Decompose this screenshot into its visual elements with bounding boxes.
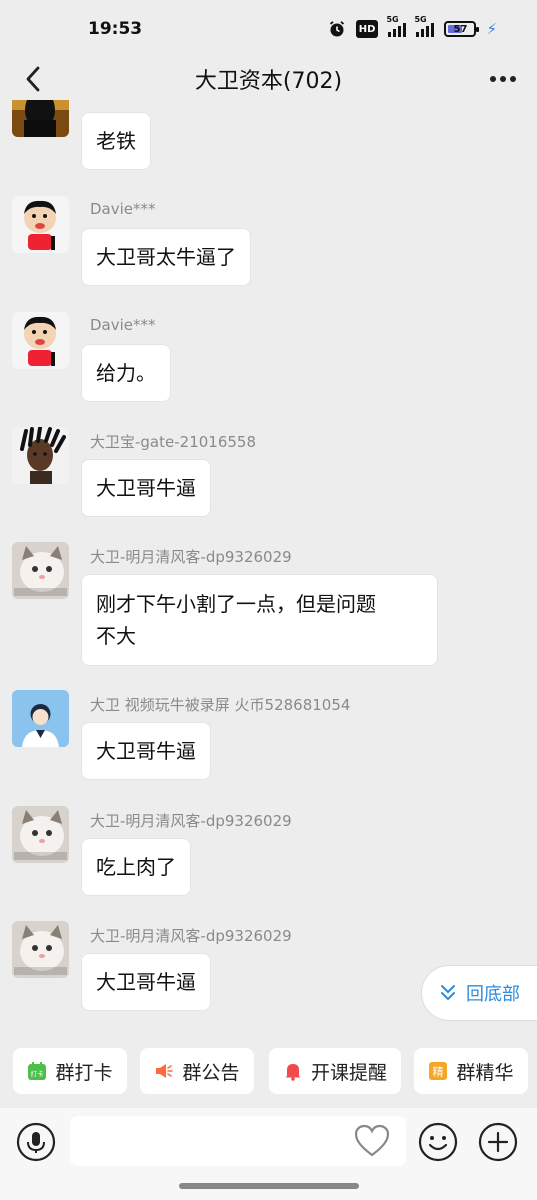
sender-name: Davie*** bbox=[90, 316, 156, 334]
sender-name: 大卫宝-gate-21016558 bbox=[90, 433, 256, 451]
back-button[interactable] bbox=[18, 63, 48, 95]
emoji-button[interactable] bbox=[418, 1122, 458, 1162]
battery-icon: 57 bbox=[444, 21, 480, 37]
essence-badge-icon: 精 bbox=[428, 1061, 448, 1081]
cat-avatar[interactable] bbox=[12, 921, 69, 978]
more-button[interactable] bbox=[485, 67, 521, 91]
message-text: 大卫哥太牛逼了 bbox=[96, 245, 236, 269]
double-chevron-down-icon bbox=[441, 985, 455, 1000]
bell-icon bbox=[283, 1061, 303, 1081]
class-reminder-label: 开课提醒 bbox=[310, 1061, 387, 1084]
alarm-icon bbox=[328, 20, 346, 38]
voice-icon bbox=[16, 1122, 56, 1162]
cartoon-boy-avatar[interactable] bbox=[12, 196, 69, 253]
message-item: 大卫-明月清风客-dp9326029 吃上肉了 bbox=[0, 806, 537, 906]
hd-icon: HD bbox=[355, 20, 379, 38]
dark-person-avatar[interactable] bbox=[12, 100, 69, 137]
class-reminder-button[interactable]: 开课提醒 bbox=[269, 1048, 401, 1094]
message-bubble[interactable]: 刚才下午小割了一点，但是问题 不大 bbox=[81, 574, 438, 666]
cat-avatar[interactable] bbox=[12, 542, 69, 599]
message-item: Davie*** 大卫哥太牛逼了 bbox=[0, 196, 537, 296]
message-item: 大卫宝-gate-21016558 大卫哥牛逼 bbox=[0, 427, 537, 527]
cat-avatar[interactable] bbox=[12, 806, 69, 863]
message-item: 大卫 视频玩牛被录屏 火币528681054 大卫哥牛逼 bbox=[0, 690, 537, 790]
quick-actions-bar: 打卡 群打卡 群公告 开课提醒 精 群精华 bbox=[0, 1048, 537, 1096]
message-item: 大卫-明月清风客-dp9326029 刚才下午小割了一点，但是问题 不大 bbox=[0, 542, 537, 672]
message-text-line: 刚才下午小割了一点，但是问题 bbox=[96, 592, 376, 616]
message-item: 老铁 bbox=[0, 100, 537, 180]
home-indicator[interactable] bbox=[179, 1183, 359, 1189]
add-button[interactable] bbox=[478, 1122, 518, 1162]
message-text-line: 不大 bbox=[96, 624, 136, 648]
add-icon bbox=[478, 1122, 518, 1162]
heart-icon[interactable] bbox=[354, 1124, 390, 1158]
message-text: 吃上肉了 bbox=[96, 855, 176, 879]
voice-button[interactable] bbox=[16, 1122, 56, 1162]
chat-message-list[interactable]: 老铁 Davie*** 大卫哥太牛逼了 Davie*** 给力。 大卫宝-gat… bbox=[0, 100, 537, 1040]
message-text: 给力。 bbox=[96, 361, 156, 385]
essence-icon-text: 精 bbox=[433, 1066, 444, 1079]
battery-level: 57 bbox=[453, 23, 468, 35]
essence-label: 群精华 bbox=[456, 1061, 514, 1084]
message-text: 大卫哥牛逼 bbox=[96, 476, 196, 500]
dreadlocks-person-avatar[interactable] bbox=[12, 427, 69, 484]
chevron-left-icon bbox=[26, 66, 40, 92]
checkin-label: 群打卡 bbox=[55, 1061, 113, 1084]
signal-icon: 5G bbox=[386, 15, 407, 37]
charging-bolt-icon: ⚡ bbox=[486, 20, 497, 38]
status-bar: 19:53 HD 5G 5G 57 ⚡ bbox=[0, 0, 537, 58]
message-bubble[interactable]: 给力。 bbox=[81, 344, 171, 402]
scroll-to-bottom-button[interactable]: 回底部 bbox=[421, 965, 537, 1021]
emoji-icon bbox=[418, 1122, 458, 1162]
status-icons: HD 5G 5G 57 ⚡ bbox=[328, 15, 497, 38]
sender-name: 大卫 视频玩牛被录屏 火币528681054 bbox=[90, 696, 351, 714]
sender-name: 大卫-明月清风客-dp9326029 bbox=[90, 927, 292, 945]
sender-name: 大卫-明月清风客-dp9326029 bbox=[90, 812, 292, 830]
message-text: 大卫哥牛逼 bbox=[96, 970, 196, 994]
message-bubble[interactable]: 吃上肉了 bbox=[81, 838, 191, 896]
network-type-label: 5G bbox=[386, 15, 399, 24]
message-item: Davie*** 给力。 bbox=[0, 312, 537, 412]
announcement-label: 群公告 bbox=[182, 1061, 240, 1084]
message-text: 老铁 bbox=[96, 129, 136, 153]
nav-bar: 大卫资本(702) bbox=[0, 58, 537, 100]
checkin-button[interactable]: 打卡 群打卡 bbox=[13, 1048, 127, 1094]
message-bubble[interactable]: 大卫哥太牛逼了 bbox=[81, 228, 251, 286]
megaphone-icon bbox=[154, 1061, 174, 1081]
calendar-checkin-icon: 打卡 bbox=[27, 1061, 47, 1081]
sender-name: 大卫-明月清风客-dp9326029 bbox=[90, 548, 292, 566]
essence-button[interactable]: 精 群精华 bbox=[414, 1048, 528, 1094]
scroll-to-bottom-label: 回底部 bbox=[466, 984, 520, 1005]
message-bubble[interactable]: 老铁 bbox=[81, 112, 151, 170]
signal-icon: 5G bbox=[414, 15, 435, 37]
message-bubble[interactable]: 大卫哥牛逼 bbox=[81, 953, 211, 1011]
checkin-icon-text: 打卡 bbox=[31, 1069, 45, 1078]
more-dots-icon bbox=[490, 76, 496, 82]
default-user-avatar[interactable] bbox=[12, 690, 69, 747]
message-bubble[interactable]: 大卫哥牛逼 bbox=[81, 722, 211, 780]
status-time: 19:53 bbox=[88, 19, 143, 39]
message-bubble[interactable]: 大卫哥牛逼 bbox=[81, 459, 211, 517]
cartoon-boy-avatar[interactable] bbox=[12, 312, 69, 369]
network-type-label: 5G bbox=[414, 15, 427, 24]
page-title: 大卫资本(702) bbox=[194, 69, 343, 94]
announcement-button[interactable]: 群公告 bbox=[140, 1048, 254, 1094]
sender-name: Davie*** bbox=[90, 200, 156, 218]
message-text: 大卫哥牛逼 bbox=[96, 739, 196, 763]
